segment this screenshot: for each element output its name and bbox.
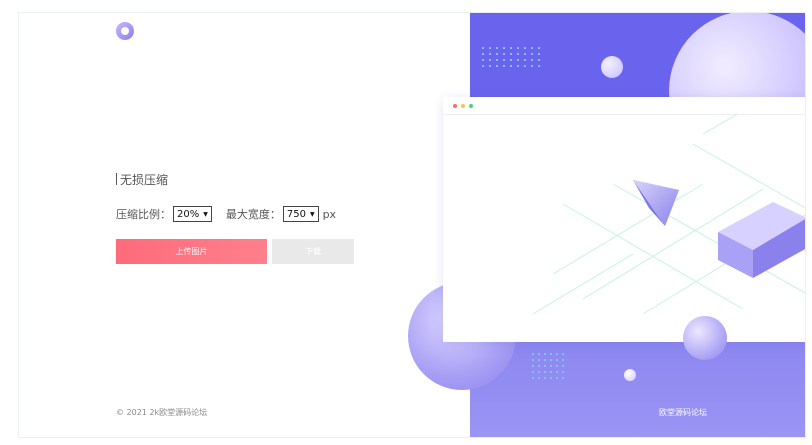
window-titlebar <box>443 97 805 115</box>
page-frame: 无损压缩 压缩比例： 20% ▼ 最大宽度： 750 ▼ px 上传图片 下载 © … <box>18 12 806 438</box>
page-title: 无损压缩 <box>116 171 168 188</box>
browser-window-illustration <box>443 97 805 342</box>
width-value: 750 <box>286 208 306 220</box>
pyramid-shape <box>633 180 679 226</box>
sphere-decoration <box>624 369 636 381</box>
chevron-down-icon: ▼ <box>203 210 208 218</box>
right-footer-text: 欧堂源码论坛 <box>659 408 707 417</box>
window-close-dot-icon <box>453 103 457 108</box>
sphere-decoration <box>683 316 727 360</box>
upload-button[interactable]: 上传图片 <box>116 239 267 264</box>
isometric-illustration <box>532 114 805 315</box>
title-bar-icon <box>116 173 117 185</box>
ratio-select[interactable]: 20% ▼ <box>173 206 212 222</box>
ratio-value: 20% <box>177 208 200 220</box>
chevron-down-icon: ▼ <box>309 210 315 218</box>
compression-controls: 压缩比例： 20% ▼ 最大宽度： 750 ▼ px <box>116 206 336 222</box>
title-text: 无损压缩 <box>120 173 169 187</box>
download-button[interactable]: 下载 <box>272 239 354 264</box>
width-label: 最大宽度： <box>225 208 281 221</box>
logo-icon <box>116 22 134 40</box>
width-unit: px <box>322 207 337 221</box>
width-select[interactable]: 750 ▼ <box>282 206 319 222</box>
illustration-bottom-bg <box>470 341 805 437</box>
ratio-label: 压缩比例： <box>116 208 171 221</box>
window-max-dot-icon <box>469 103 473 108</box>
dot-grid-decoration <box>532 353 568 383</box>
copyright-text: © 2021 2k欧堂源码论坛 <box>116 408 208 417</box>
cube-shape <box>718 202 805 278</box>
window-min-dot-icon <box>461 103 465 108</box>
sphere-decoration <box>601 56 623 78</box>
dot-grid-decoration <box>482 47 545 71</box>
